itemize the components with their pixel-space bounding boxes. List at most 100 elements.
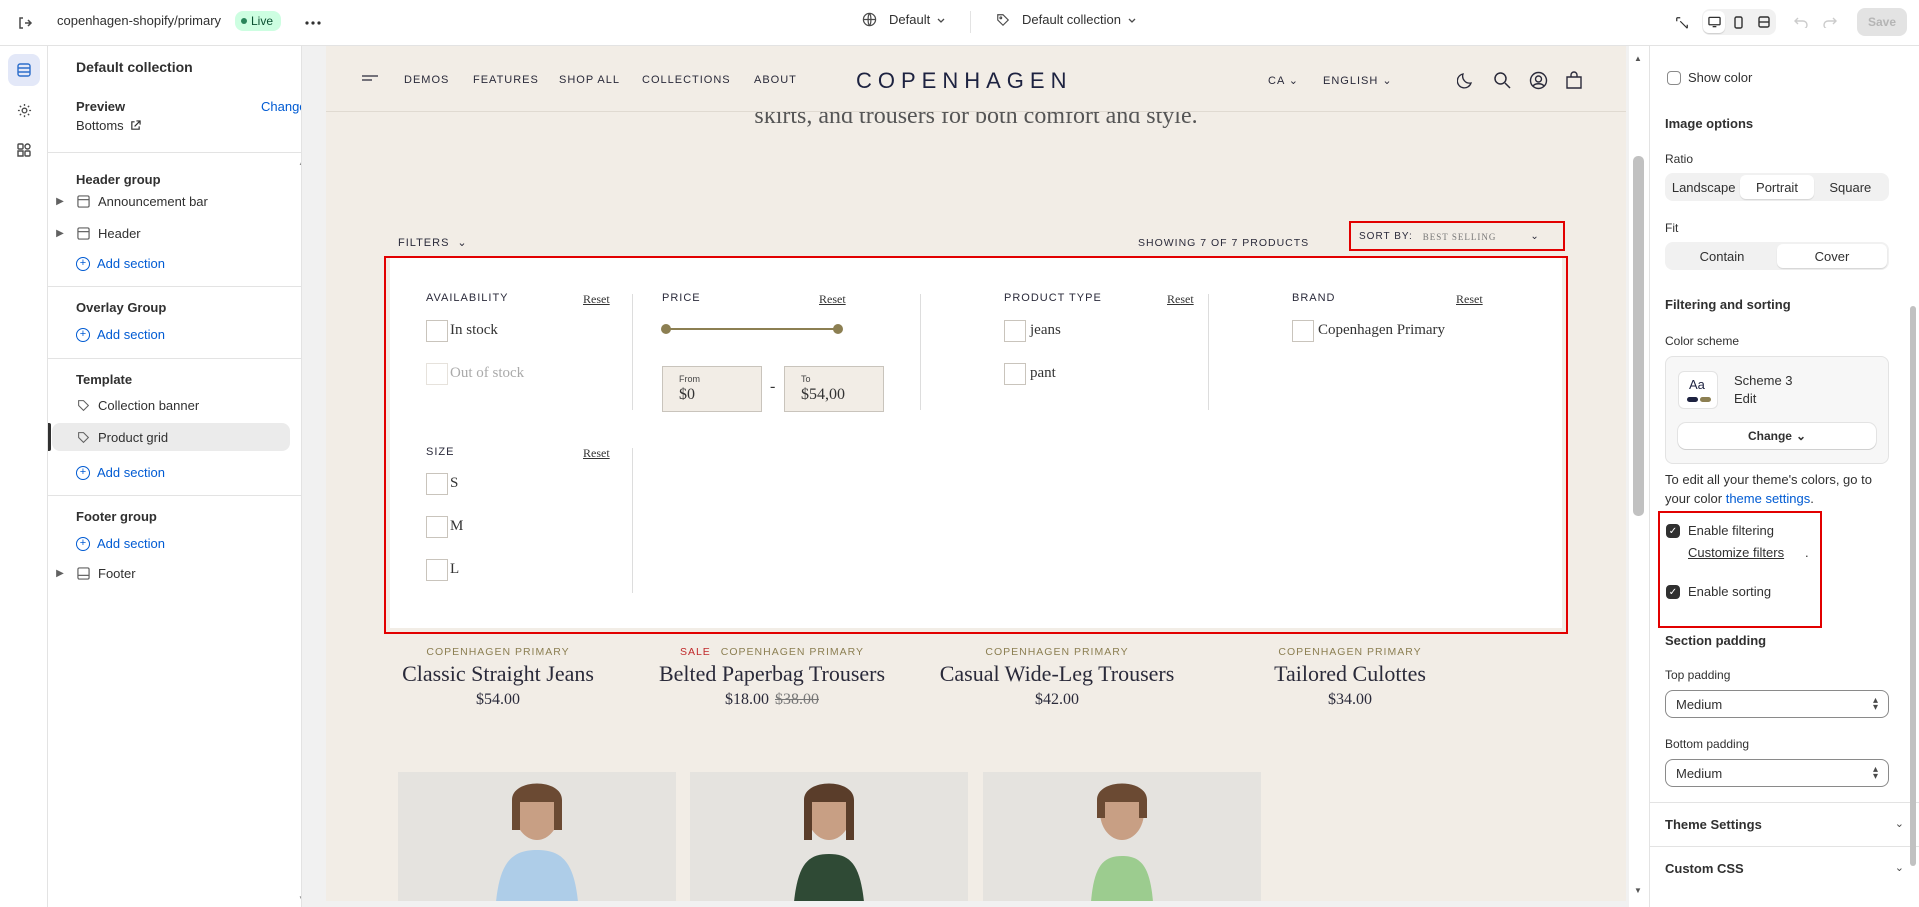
fullscreen-icon[interactable] xyxy=(1753,11,1775,33)
more-actions-icon[interactable] xyxy=(301,11,325,35)
add-section-button[interactable]: + Add section xyxy=(76,256,165,271)
chevron-down-icon xyxy=(937,18,945,23)
add-section-label: Add section xyxy=(97,536,165,551)
accordion-title: Custom CSS xyxy=(1665,861,1744,876)
redo-icon[interactable] xyxy=(1820,12,1840,32)
add-section-label: Add section xyxy=(97,256,165,271)
section-footer[interactable]: ▶ Footer xyxy=(52,559,290,587)
product-name: Belted Paperbag Trousers xyxy=(658,661,886,686)
nav-features[interactable]: FEATURES xyxy=(473,74,539,86)
mobile-icon[interactable] xyxy=(1728,11,1750,33)
product-image[interactable] xyxy=(983,772,1261,901)
product-vendor: COPENHAGEN PRIMARY xyxy=(917,646,1197,658)
settings-gear-icon[interactable] xyxy=(8,94,40,126)
plus-circle-icon: + xyxy=(76,256,90,271)
preview-value[interactable]: Bottoms xyxy=(76,118,141,133)
header-group-label: Header group xyxy=(76,172,161,187)
settings-scrollbar-thumb[interactable] xyxy=(1910,306,1916,866)
product-price: $34.00 xyxy=(1328,691,1372,708)
period: . xyxy=(1805,545,1809,560)
scroll-up-icon[interactable]: ▲ xyxy=(1634,54,1642,63)
top-bar: copenhagen-shopify/primary Live Default … xyxy=(0,0,1919,46)
product-card[interactable]: COPENHAGEN PRIMARY Tailored Culottes $34… xyxy=(1210,646,1490,709)
nav-demos[interactable]: DEMOS xyxy=(404,74,449,86)
sort-value: BEST SELLING xyxy=(1422,231,1497,242)
scroll-down-icon[interactable]: ▼ xyxy=(1634,886,1642,895)
bottom-padding-select[interactable]: Medium ▴ ▾ xyxy=(1665,759,1889,787)
chevron-right-icon[interactable]: ▶ xyxy=(52,228,68,239)
cart-icon[interactable] xyxy=(1564,70,1584,90)
scheme-color-dot xyxy=(1700,397,1711,402)
overlay-group-label: Overlay Group xyxy=(76,300,167,315)
filters-toggle[interactable]: FILTERS ⌄ xyxy=(398,236,468,250)
tag-icon xyxy=(74,431,92,444)
preview-canvas: skirts, and trousers for both comfort an… xyxy=(326,46,1626,901)
theme-selector[interactable]: Default xyxy=(862,12,946,27)
inspector-icon[interactable] xyxy=(1670,11,1694,35)
product-card[interactable]: SALE COPENHAGEN PRIMARY Belted Paperbag T… xyxy=(632,646,912,709)
fit-contain[interactable]: Contain xyxy=(1667,244,1777,268)
divider xyxy=(970,11,971,33)
search-icon[interactable] xyxy=(1492,70,1512,90)
divider xyxy=(48,495,301,496)
apps-icon[interactable] xyxy=(8,134,40,166)
fit-cover[interactable]: Cover xyxy=(1777,244,1887,268)
scroll-down-icon[interactable]: ▼ xyxy=(298,894,301,903)
chevron-right-icon[interactable]: ▶ xyxy=(52,568,68,579)
section-product-grid[interactable]: Product grid xyxy=(52,423,290,451)
preview-value-label: Bottoms xyxy=(76,118,124,133)
scrollbar-thumb[interactable] xyxy=(1633,156,1644,516)
sections-icon[interactable] xyxy=(8,54,40,86)
scheme-change-button[interactable]: Change ⌄ xyxy=(1678,423,1876,449)
selected-indicator xyxy=(48,423,51,451)
show-color-checkbox[interactable] xyxy=(1667,71,1681,85)
preview-change-link[interactable]: Change xyxy=(261,99,301,114)
language-selector[interactable]: ENGLISH ⌄ xyxy=(1323,74,1393,87)
scroll-up-icon[interactable]: ▲ xyxy=(298,158,301,167)
menu-icon[interactable] xyxy=(360,70,380,90)
add-section-button[interactable]: + Add section xyxy=(76,536,165,551)
section-label: Footer xyxy=(98,565,136,581)
customize-filters-link[interactable]: Customize filters xyxy=(1688,545,1784,560)
section-header[interactable]: ▶ Header xyxy=(52,219,290,247)
store-logo[interactable]: COPENHAGEN xyxy=(856,68,1072,94)
preview-scrollbar[interactable]: ▲ ▼ xyxy=(1629,46,1649,907)
nav-about[interactable]: ABOUT xyxy=(754,74,797,86)
ratio-portrait[interactable]: Portrait xyxy=(1740,175,1814,199)
enable-filtering-checkbox[interactable]: ✓ xyxy=(1666,524,1680,538)
account-icon[interactable] xyxy=(1528,70,1548,90)
section-announcement-bar[interactable]: ▶ Announcement bar xyxy=(52,187,290,215)
scheme-edit-link[interactable]: Edit xyxy=(1734,391,1756,406)
section-collection-banner[interactable]: Collection banner xyxy=(52,391,290,419)
product-card[interactable]: COPENHAGEN PRIMARY Casual Wide-Leg Trous… xyxy=(917,646,1197,709)
ratio-landscape[interactable]: Landscape xyxy=(1667,175,1740,199)
template-selector[interactable]: Default collection xyxy=(996,12,1137,27)
undo-icon[interactable] xyxy=(1791,12,1811,32)
nav-shop-all[interactable]: SHOP ALL xyxy=(559,74,620,86)
exit-icon[interactable] xyxy=(14,12,36,34)
theme-settings-accordion[interactable]: Theme Settings ⌄ xyxy=(1650,802,1919,846)
footer-group-label: Footer group xyxy=(76,509,157,524)
country-selector[interactable]: CA ⌄ xyxy=(1268,74,1299,87)
moon-icon[interactable] xyxy=(1456,70,1476,90)
product-card[interactable]: COPENHAGEN PRIMARY Classic Straight Jean… xyxy=(358,646,638,709)
desktop-icon[interactable] xyxy=(1703,11,1726,33)
nav-collections[interactable]: COLLECTIONS xyxy=(642,74,731,86)
panel-title: Default collection xyxy=(76,59,193,75)
enable-sorting-checkbox[interactable]: ✓ xyxy=(1666,585,1680,599)
ratio-square[interactable]: Square xyxy=(1814,175,1887,199)
sort-by-select[interactable]: SORT BY: BEST SELLING ⌄ xyxy=(1349,221,1565,251)
color-scheme-picker: Aa Scheme 3 Edit Change ⌄ xyxy=(1665,356,1889,464)
save-button[interactable]: Save xyxy=(1857,8,1907,36)
chevron-right-icon[interactable]: ▶ xyxy=(52,196,68,207)
add-section-button[interactable]: + Add section xyxy=(76,327,165,342)
help-text: To edit all your theme's colors, go to xyxy=(1665,472,1872,487)
plus-circle-icon: + xyxy=(76,327,90,342)
add-section-button[interactable]: + Add section xyxy=(76,465,165,480)
product-image[interactable] xyxy=(690,772,968,901)
product-image[interactable] xyxy=(398,772,676,901)
theme-settings-link[interactable]: theme settings xyxy=(1726,491,1811,506)
custom-css-accordion[interactable]: Custom CSS ⌄ xyxy=(1650,846,1919,890)
color-scheme-label: Color scheme xyxy=(1665,334,1740,348)
top-padding-select[interactable]: Medium ▴ ▾ xyxy=(1665,690,1889,718)
